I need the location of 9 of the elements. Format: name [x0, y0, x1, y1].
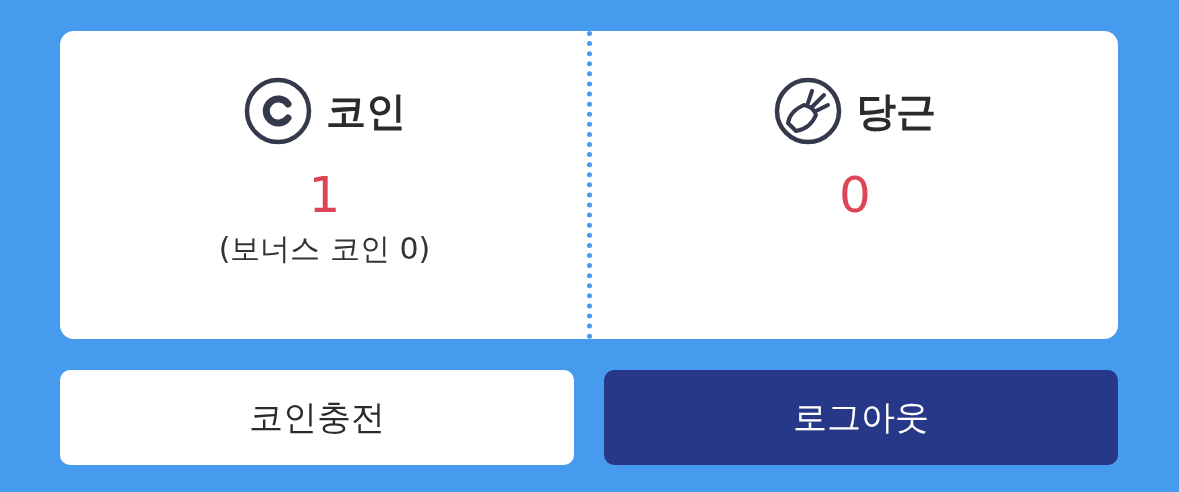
carrot-icon [774, 77, 842, 145]
charge-button[interactable]: 코인충전 [60, 370, 574, 465]
balance-value: 0 [839, 165, 871, 225]
coin-icon [243, 77, 312, 145]
bonus-note: (보너스 코인 0) [218, 230, 431, 268]
logout-button[interactable]: 로그아웃 [604, 370, 1118, 465]
panel-title: 코인 [325, 86, 406, 136]
panel-title: 당근 [856, 86, 936, 136]
balance-value: 1 [308, 165, 341, 225]
